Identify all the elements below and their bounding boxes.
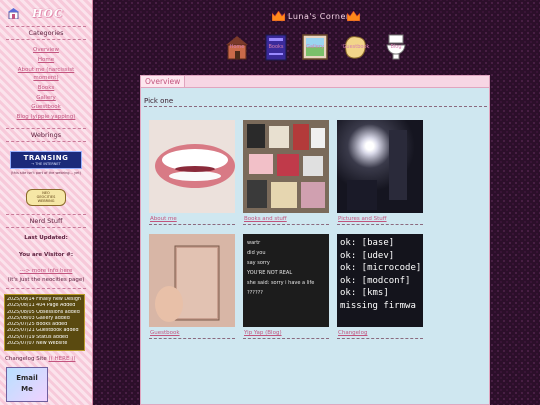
divider [6,227,86,228]
sidebar-item-home[interactable]: Home [0,57,92,64]
changelog-entry: 2025/08/05 Obsessions added [7,309,80,315]
divider [144,106,487,107]
section-heading: Pick one [144,97,174,105]
neocities-webring-badge[interactable]: NEO GEOCITIES WEBRING [26,189,66,206]
sidebar: HOC Categories Overview Home About me (n… [0,0,93,405]
chat-line: did you [247,250,266,256]
terminal-line: ok: [microcode] [340,263,422,273]
sidebar-item-books[interactable]: Books [0,85,92,92]
card-changelog[interactable]: ok: [base] ok: [udev] ok: [microcode] ok… [337,234,423,340]
webring-note: (this site isn't part of the webring... … [11,171,81,175]
divider [6,128,86,129]
divider [6,39,86,40]
last-updated-label: Last Updated: [24,235,68,241]
crown-icon [347,11,360,21]
divider [6,141,86,142]
page-title: Luna's Corner [288,12,350,21]
email-text: Me [21,385,33,393]
logo-text: HOC [32,7,64,20]
card-blog[interactable]: wartr did you say sorry YOU'RE NOT REAL … [243,234,329,340]
chat-line: wartr [247,240,261,246]
changelog-site-text: Changelog Site [5,356,47,362]
chat-line: ?????? [247,290,263,296]
card-caption[interactable]: About me [150,216,177,222]
content-panel: Overview Pick one About me Books and stu… [140,75,490,405]
divider [6,288,86,289]
card-caption[interactable]: Guestbook [150,330,180,336]
more-info-link[interactable]: ---> more info here [0,268,92,274]
nav-label: Blog [390,44,402,50]
changelog-here-link[interactable]: (( HERE )) [49,356,76,362]
blog-thumbnail: wartr did you say sorry YOU'RE NOT REAL … [243,234,329,327]
changelog-site-label: Changelog Site (( HERE )) [5,356,76,362]
tab-overview[interactable]: Overview [141,76,186,87]
visitor-counter-label: You are Visitor #: [18,252,74,258]
about-me-thumbnail [149,120,235,213]
card-caption[interactable]: Pictures and Stuff [338,216,387,222]
site-logo[interactable]: HOC [6,6,86,22]
divider [337,338,423,339]
changelog-entry: 2025/08/11 404 Page Added [7,303,76,309]
terminal-line: ok: [base] [340,238,395,248]
email-text: Email [16,374,38,382]
terminal-line: missing firmwa [340,300,416,311]
sidebar-item-blog[interactable]: Blog (yippie yapping) [0,114,92,121]
crown-icon [272,11,285,21]
sidebar-item-guestbook[interactable]: Guestbook [0,104,92,111]
card-guestbook[interactable]: Guestbook [149,234,235,340]
webrings-title: Webrings [30,131,62,139]
nerd-stuff-title: Nerd Stuff [29,217,63,225]
shrine-icon [8,8,19,19]
divider [337,224,423,225]
sidebar-item-about-me-cont[interactable]: moment) [0,75,92,82]
changelog-entry: 2025/07/21 Guestbook added [7,328,79,334]
chat-screenshot: wartr did you say sorry YOU'RE NOT REAL … [247,238,314,298]
sidebar-item-gallery[interactable]: Gallery [0,95,92,102]
terminal-screenshot: ok: [base] ok: [udev] ok: [microcode] ok… [340,237,421,312]
nav-gallery[interactable]: Gallery [302,33,328,61]
divider [243,338,329,339]
divider [149,224,235,225]
site-title: Luna's Corner [272,10,362,24]
sidebar-item-overview[interactable]: Overview [0,47,92,54]
chat-line: she said: sorry i have a life [247,280,315,286]
chat-line: YOU'RE NOT REAL [247,270,293,276]
card-about-me[interactable]: About me [149,120,235,226]
divider [243,224,329,225]
card-caption[interactable]: Books and stuff [244,216,287,222]
pictures-thumbnail [337,120,423,213]
badge-subtext: → THE INTERNET [31,162,61,166]
card-pictures[interactable]: Pictures and Stuff [337,120,423,226]
changelog-entry: 2025/07/07 New Website [7,341,68,347]
divider [6,214,86,215]
sidebar-item-about-me[interactable]: About me (narcissist [0,67,92,74]
divider [149,338,235,339]
categories-title: Categories [28,29,64,37]
terminal-line: ok: [modconf] [340,275,411,286]
panel-header: Overview [141,76,489,88]
chat-line: say sorry [247,260,270,266]
changelog-box: 2025/09/14 Finally new Design 2025/08/11… [4,294,85,351]
badge-text: TRANSING [23,154,69,162]
card-caption[interactable]: Yip Yap (Blog) [244,330,282,336]
nav-guestbook[interactable]: Guestbook [343,33,369,61]
nav-blog[interactable]: Blog [383,33,409,61]
nav-books[interactable]: Books [263,33,289,61]
nav-label: Gallery [306,44,324,50]
books-thumbnail [243,120,329,213]
nav-home[interactable]: Home [224,33,250,61]
badge-text: WEBRING [37,199,55,203]
guestbook-thumbnail [149,234,235,327]
divider [6,26,86,27]
terminal-line: ok: [kms] [340,288,389,298]
card-books[interactable]: Books and stuff [243,120,329,226]
card-caption[interactable]: Changelog [338,330,367,336]
email-me-button[interactable]: Email Me [6,367,48,402]
terminal-line: ok: [udev] [340,250,395,261]
changelog-thumbnail: ok: [base] ok: [udev] ok: [microcode] ok… [337,234,423,327]
transing-webring-badge[interactable]: TRANSING → THE INTERNET [10,151,82,169]
more-info-note: (it's just the neocities page) [7,277,85,283]
